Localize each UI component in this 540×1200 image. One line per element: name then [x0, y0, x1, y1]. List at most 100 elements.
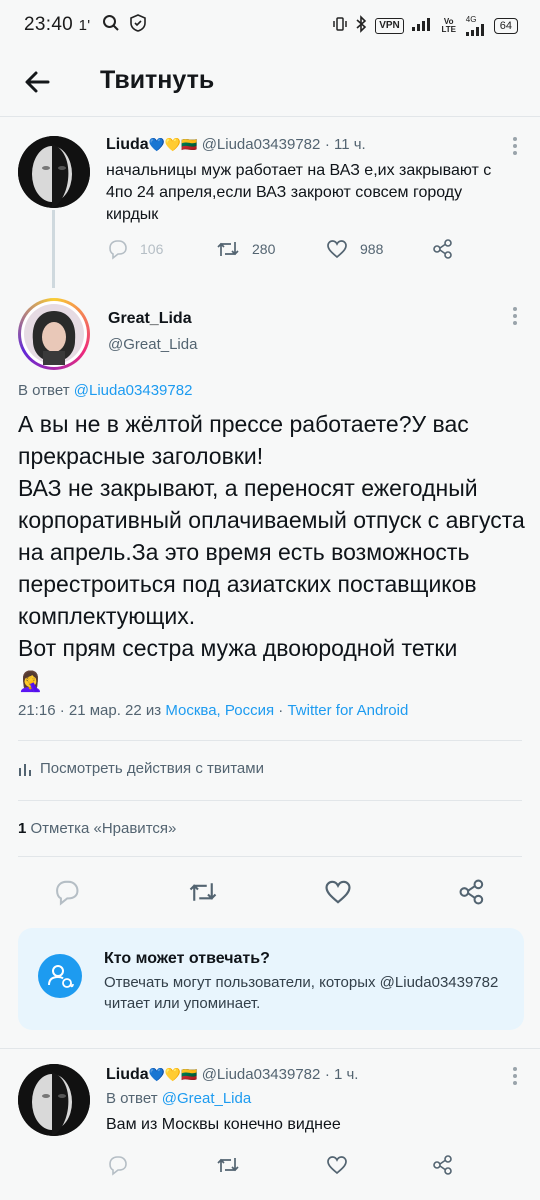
more-vertical-icon [513, 1067, 517, 1085]
tweet-actions [106, 1154, 516, 1180]
heart-icon [325, 880, 351, 904]
status-bar: 23:40 1' VPN Vo LTE 4G 64 [0, 0, 540, 52]
divider [18, 856, 522, 857]
likes-label: Отметка «Нравится» [30, 820, 177, 837]
like-button[interactable] [324, 878, 352, 911]
likes-summary[interactable]: 1 Отметка «Нравится» [18, 820, 176, 837]
author-name[interactable]: Liuda [106, 1066, 149, 1083]
retweet-count: 280 [252, 241, 276, 257]
tweet-meta: Liuda💙💛🇱🇹 @Liuda03439782 · 1 ч. [106, 1066, 516, 1084]
reply-prefix: В ответ [18, 382, 70, 399]
tweet-text: Вам из Москвы конечно виднее [106, 1116, 341, 1133]
parent-tweet[interactable]: Liuda💙💛🇱🇹 @Liuda03439782 · 11 ч. начальн… [0, 128, 540, 288]
more-options-button[interactable] [512, 1066, 518, 1091]
author-handle[interactable]: @Liuda03439782 [202, 136, 321, 153]
battery-indicator: 64 [493, 17, 518, 34]
avatar-image [18, 136, 90, 208]
reply-context: В ответ @Liuda03439782 [18, 382, 192, 399]
avatar[interactable] [18, 136, 90, 208]
share-button[interactable] [458, 878, 486, 911]
reply-button[interactable]: 106 [106, 238, 163, 260]
bluetooth-icon [355, 15, 367, 36]
source-link[interactable]: Twitter for Android [287, 702, 408, 719]
like-count: 988 [360, 241, 384, 257]
top-bar: Твитнуть [0, 52, 540, 116]
emoji-flag: 🇱🇹 [181, 137, 198, 152]
shield-icon [129, 14, 146, 35]
retweet-button[interactable] [188, 878, 218, 911]
retweet-button[interactable]: 280 [216, 238, 275, 260]
heart-icon [327, 1156, 347, 1175]
avatar[interactable] [18, 1064, 90, 1136]
reply-mention[interactable]: @Great_Lida [162, 1090, 251, 1107]
more-vertical-icon [513, 137, 517, 155]
notice-text: Отвечать могут пользователи, которых @Li… [104, 974, 499, 1012]
emoji-flag: 🇱🇹 [181, 1067, 198, 1082]
emoji-yellow-heart: 💛 [164, 1067, 182, 1082]
divider [0, 1048, 540, 1049]
author-handle[interactable]: @Liuda03439782 [202, 1066, 321, 1083]
avatar[interactable] [18, 298, 90, 370]
more-options-button[interactable] [512, 306, 518, 331]
vpn-badge: VPN [375, 17, 404, 34]
retweet-icon [217, 242, 239, 256]
share-icon [433, 1155, 452, 1175]
reply-button[interactable] [52, 878, 80, 911]
status-icons: VPN Vo LTE 4G 64 [333, 15, 518, 36]
divider [18, 800, 522, 801]
tweet-text: начальницы муж работает на ВАЗ е,их закр… [106, 162, 492, 223]
search-icon [102, 14, 126, 35]
more-vertical-icon [513, 307, 517, 325]
tweet-timestamp: 21:16 · 21 мар. 22 из Москва, Россия · T… [18, 702, 408, 719]
facepalm-emoji: 🤦‍♀️ [18, 671, 43, 693]
meta-separator: · [278, 702, 284, 719]
net-type: 4G [465, 15, 486, 36]
location-link[interactable]: Москва, Россия [165, 702, 274, 719]
reply-tweet[interactable]: Liuda💙💛🇱🇹 @Liuda03439782 · 1 ч. В ответ … [0, 1056, 540, 1200]
back-button[interactable] [20, 64, 56, 100]
view-activity-label: Посмотреть действия с твитами [40, 760, 264, 777]
tweet-meta: Liuda💙💛🇱🇹 @Liuda03439782 · 11 ч. [106, 136, 516, 154]
header-divider [0, 116, 540, 117]
tweet-datetime: 21:16 · 21 мар. 22 из [18, 702, 162, 719]
reply-icon [56, 880, 79, 906]
share-icon [459, 879, 484, 905]
view-activity-link[interactable]: Посмотреть действия с твитами [18, 760, 264, 777]
divider [18, 740, 522, 741]
mention-user-icon [38, 954, 82, 998]
main-action-bar [0, 866, 540, 922]
like-button[interactable] [326, 1154, 348, 1181]
author-handle[interactable]: @Great_Lida [108, 336, 197, 353]
volte-icon: Vo LTE [441, 16, 456, 34]
like-button[interactable]: 988 [326, 238, 383, 260]
retweet-button[interactable] [216, 1154, 240, 1181]
notice-title: Кто может отвечать? [104, 950, 270, 967]
share-button[interactable] [432, 1154, 454, 1181]
thread-line [52, 210, 55, 288]
avatar-image [18, 1064, 90, 1136]
emoji-blue-heart: 💙 [148, 137, 165, 152]
retweet-icon [217, 1158, 239, 1172]
reply-count: 106 [140, 241, 164, 257]
bar-chart-icon [19, 763, 31, 776]
more-options-button[interactable] [512, 136, 518, 161]
reply-restriction-notice: Кто может отвечать? Отвечать могут польз… [18, 928, 524, 1030]
main-tweet: Great_Lida @Great_Lida В ответ @Liuda034… [0, 292, 540, 852]
retweet-icon [189, 883, 217, 901]
back-arrow-icon [25, 71, 50, 93]
status-time: 23:40 1' [24, 14, 146, 36]
emoji-yellow-heart: 💛 [164, 137, 182, 152]
avatar-image [21, 301, 87, 367]
tweet-time: · 1 ч. [324, 1066, 359, 1083]
author-name[interactable]: Great_Lida [108, 310, 192, 328]
share-button[interactable] [432, 238, 454, 260]
reply-button[interactable] [106, 1154, 128, 1181]
reply-icon [109, 240, 127, 260]
status-marker: 1' [78, 17, 91, 34]
share-icon [433, 239, 452, 259]
reply-mention[interactable]: @Liuda03439782 [74, 382, 193, 399]
author-name[interactable]: Liuda [106, 136, 149, 153]
page-title: Твитнуть [100, 66, 215, 94]
likes-total: 1 [18, 820, 27, 837]
heart-icon [327, 240, 347, 259]
